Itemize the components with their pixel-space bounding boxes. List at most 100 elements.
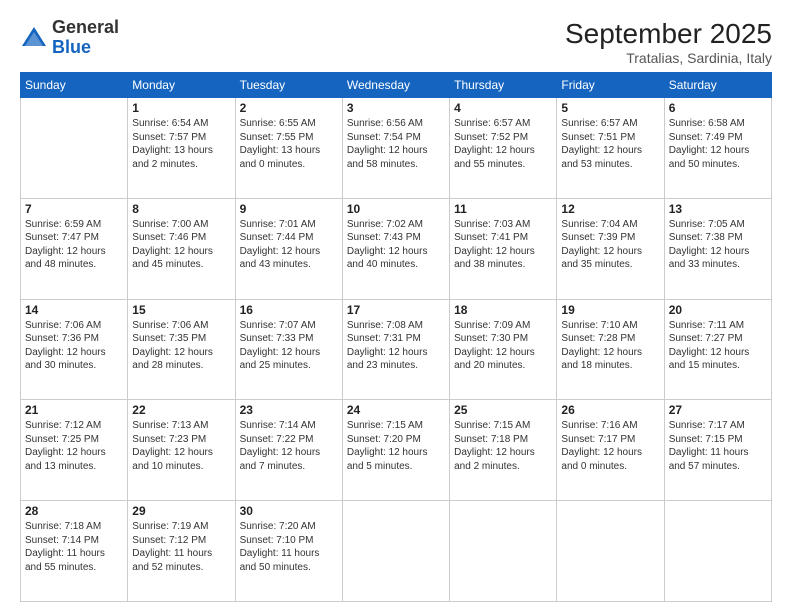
table-row: 16 Sunrise: 7:07 AM Sunset: 7:33 PM Dayl… [235,299,342,400]
sunset-text: Sunset: 7:57 PM [132,132,206,143]
day-info: Sunrise: 7:00 AM Sunset: 7:46 PM Dayligh… [132,218,230,272]
sunrise-text: Sunrise: 7:03 AM [454,219,530,230]
location: Tratalias, Sardinia, Italy [565,50,772,66]
day-number: 13 [669,202,767,216]
table-row: 23 Sunrise: 7:14 AM Sunset: 7:22 PM Dayl… [235,400,342,501]
daylight-text: Daylight: 12 hours and 33 minutes. [669,246,750,271]
month-title: September 2025 [565,18,772,50]
day-number: 18 [454,303,552,317]
day-info: Sunrise: 7:17 AM Sunset: 7:15 PM Dayligh… [669,419,767,473]
col-sunday: Sunday [21,73,128,98]
sunrise-text: Sunrise: 7:19 AM [132,521,208,532]
daylight-text: Daylight: 12 hours and 53 minutes. [561,145,642,170]
page: General Blue September 2025 Tratalias, S… [0,0,792,612]
sunset-text: Sunset: 7:49 PM [669,132,743,143]
day-number: 10 [347,202,445,216]
day-number: 6 [669,101,767,115]
sunset-text: Sunset: 7:20 PM [347,434,421,445]
sunrise-text: Sunrise: 7:11 AM [669,320,744,331]
table-row: 7 Sunrise: 6:59 AM Sunset: 7:47 PM Dayli… [21,198,128,299]
sunrise-text: Sunrise: 7:15 AM [454,420,530,431]
day-info: Sunrise: 7:16 AM Sunset: 7:17 PM Dayligh… [561,419,659,473]
logo-blue: Blue [52,37,91,57]
day-number: 28 [25,504,123,518]
day-info: Sunrise: 7:03 AM Sunset: 7:41 PM Dayligh… [454,218,552,272]
daylight-text: Daylight: 12 hours and 18 minutes. [561,347,642,372]
daylight-text: Daylight: 12 hours and 20 minutes. [454,347,535,372]
day-info: Sunrise: 6:59 AM Sunset: 7:47 PM Dayligh… [25,218,123,272]
sunset-text: Sunset: 7:36 PM [25,333,99,344]
table-row: 21 Sunrise: 7:12 AM Sunset: 7:25 PM Dayl… [21,400,128,501]
table-row: 9 Sunrise: 7:01 AM Sunset: 7:44 PM Dayli… [235,198,342,299]
sunset-text: Sunset: 7:38 PM [669,232,743,243]
col-thursday: Thursday [450,73,557,98]
sunrise-text: Sunrise: 6:56 AM [347,118,423,129]
sunrise-text: Sunrise: 7:12 AM [25,420,101,431]
day-info: Sunrise: 7:19 AM Sunset: 7:12 PM Dayligh… [132,520,230,574]
daylight-text: Daylight: 12 hours and 40 minutes. [347,246,428,271]
daylight-text: Daylight: 11 hours and 57 minutes. [669,447,749,472]
daylight-text: Daylight: 12 hours and 48 minutes. [25,246,106,271]
sunrise-text: Sunrise: 7:06 AM [25,320,101,331]
daylight-text: Daylight: 12 hours and 43 minutes. [240,246,321,271]
table-row: 19 Sunrise: 7:10 AM Sunset: 7:28 PM Dayl… [557,299,664,400]
day-number: 1 [132,101,230,115]
sunrise-text: Sunrise: 7:06 AM [132,320,208,331]
day-info: Sunrise: 7:08 AM Sunset: 7:31 PM Dayligh… [347,319,445,373]
day-number: 17 [347,303,445,317]
daylight-text: Daylight: 12 hours and 5 minutes. [347,447,428,472]
table-row: 8 Sunrise: 7:00 AM Sunset: 7:46 PM Dayli… [128,198,235,299]
sunrise-text: Sunrise: 7:15 AM [347,420,423,431]
table-row: 13 Sunrise: 7:05 AM Sunset: 7:38 PM Dayl… [664,198,771,299]
day-number: 19 [561,303,659,317]
sunrise-text: Sunrise: 7:07 AM [240,320,316,331]
day-info: Sunrise: 7:09 AM Sunset: 7:30 PM Dayligh… [454,319,552,373]
daylight-text: Daylight: 12 hours and 58 minutes. [347,145,428,170]
sunrise-text: Sunrise: 6:59 AM [25,219,101,230]
col-saturday: Saturday [664,73,771,98]
title-block: September 2025 Tratalias, Sardinia, Ital… [565,18,772,66]
sunset-text: Sunset: 7:44 PM [240,232,314,243]
day-number: 4 [454,101,552,115]
sunrise-text: Sunrise: 7:16 AM [561,420,637,431]
sunset-text: Sunset: 7:28 PM [561,333,635,344]
sunset-text: Sunset: 7:33 PM [240,333,314,344]
day-info: Sunrise: 7:12 AM Sunset: 7:25 PM Dayligh… [25,419,123,473]
daylight-text: Daylight: 12 hours and 30 minutes. [25,347,106,372]
col-monday: Monday [128,73,235,98]
sunset-text: Sunset: 7:10 PM [240,535,314,546]
day-number: 24 [347,403,445,417]
table-row: 2 Sunrise: 6:55 AM Sunset: 7:55 PM Dayli… [235,98,342,199]
sunrise-text: Sunrise: 7:02 AM [347,219,423,230]
sunset-text: Sunset: 7:31 PM [347,333,421,344]
sunrise-text: Sunrise: 7:09 AM [454,320,530,331]
sunrise-text: Sunrise: 6:54 AM [132,118,208,129]
sunrise-text: Sunrise: 7:20 AM [240,521,316,532]
table-row: 24 Sunrise: 7:15 AM Sunset: 7:20 PM Dayl… [342,400,449,501]
table-row: 15 Sunrise: 7:06 AM Sunset: 7:35 PM Dayl… [128,299,235,400]
table-row: 20 Sunrise: 7:11 AM Sunset: 7:27 PM Dayl… [664,299,771,400]
daylight-text: Daylight: 12 hours and 23 minutes. [347,347,428,372]
sunset-text: Sunset: 7:47 PM [25,232,99,243]
table-row: 17 Sunrise: 7:08 AM Sunset: 7:31 PM Dayl… [342,299,449,400]
table-row [664,501,771,602]
daylight-text: Daylight: 12 hours and 55 minutes. [454,145,535,170]
daylight-text: Daylight: 11 hours and 55 minutes. [25,548,105,573]
day-info: Sunrise: 6:56 AM Sunset: 7:54 PM Dayligh… [347,117,445,171]
table-row: 3 Sunrise: 6:56 AM Sunset: 7:54 PM Dayli… [342,98,449,199]
day-info: Sunrise: 7:13 AM Sunset: 7:23 PM Dayligh… [132,419,230,473]
day-info: Sunrise: 7:18 AM Sunset: 7:14 PM Dayligh… [25,520,123,574]
daylight-text: Daylight: 12 hours and 15 minutes. [669,347,750,372]
sunset-text: Sunset: 7:14 PM [25,535,99,546]
table-row: 12 Sunrise: 7:04 AM Sunset: 7:39 PM Dayl… [557,198,664,299]
sunrise-text: Sunrise: 7:04 AM [561,219,637,230]
daylight-text: Daylight: 12 hours and 38 minutes. [454,246,535,271]
day-number: 23 [240,403,338,417]
daylight-text: Daylight: 13 hours and 0 minutes. [240,145,321,170]
daylight-text: Daylight: 13 hours and 2 minutes. [132,145,213,170]
daylight-text: Daylight: 12 hours and 0 minutes. [561,447,642,472]
sunset-text: Sunset: 7:25 PM [25,434,99,445]
table-row: 14 Sunrise: 7:06 AM Sunset: 7:36 PM Dayl… [21,299,128,400]
day-number: 25 [454,403,552,417]
logo-icon [20,24,48,52]
